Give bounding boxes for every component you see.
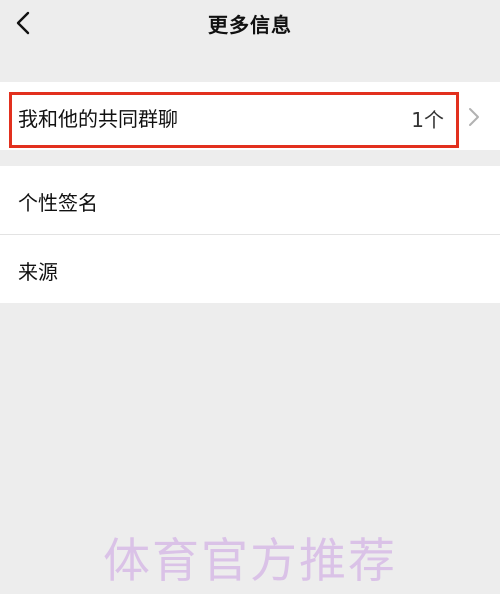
signature-label: 个性签名 bbox=[18, 191, 98, 215]
common-groups-label: 我和他的共同群聊 bbox=[18, 107, 178, 131]
nav-bar: 更多信息 bbox=[0, 0, 500, 50]
page-title: 更多信息 bbox=[208, 13, 292, 37]
source-row[interactable]: 来源 bbox=[0, 235, 500, 303]
source-label: 来源 bbox=[18, 260, 58, 284]
common-groups-row[interactable]: 我和他的共同群聊 1个 bbox=[0, 82, 500, 150]
watermark-text: 体育官方推荐 bbox=[103, 534, 397, 589]
common-groups-count: 1个 bbox=[411, 108, 444, 132]
chevron-right-icon bbox=[468, 107, 480, 127]
signature-row[interactable]: 个性签名 bbox=[0, 166, 500, 234]
